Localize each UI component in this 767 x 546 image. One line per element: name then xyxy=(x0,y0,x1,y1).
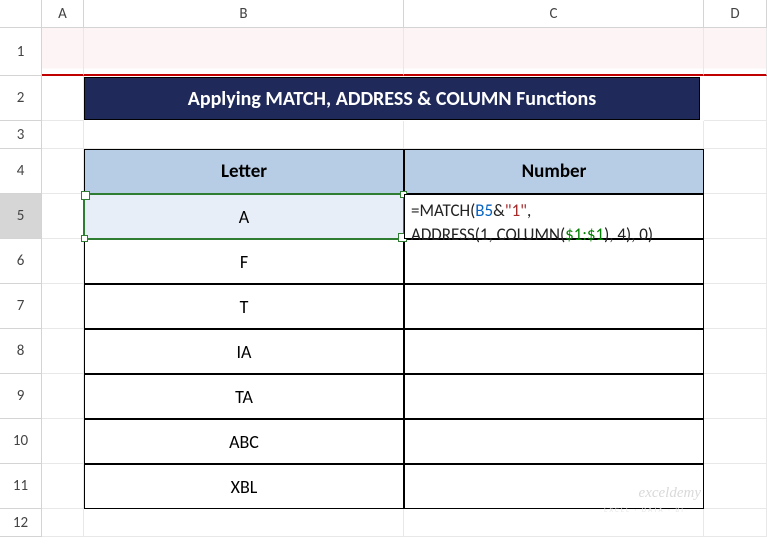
cell-A8[interactable] xyxy=(42,329,84,374)
cell-A10[interactable] xyxy=(42,419,84,464)
cell-B8[interactable]: IA xyxy=(84,329,404,374)
cell-A5[interactable] xyxy=(42,194,84,239)
row-header-6[interactable]: 6 xyxy=(0,239,42,284)
cell-D5[interactable] xyxy=(704,194,767,239)
cell-A7[interactable] xyxy=(42,284,84,329)
cell-C9[interactable] xyxy=(404,374,704,419)
row-header-9[interactable]: 9 xyxy=(0,374,42,419)
cell-D3[interactable] xyxy=(704,121,767,149)
row-header-5[interactable]: 5 xyxy=(0,194,42,239)
spreadsheet-grid: A B C D 1 2 Applying MATCH, ADDRESS & CO… xyxy=(0,0,767,537)
cell-B11[interactable]: XBL xyxy=(84,464,404,509)
cell-A6[interactable] xyxy=(42,239,84,284)
table-header-letter[interactable]: Letter xyxy=(84,149,404,194)
cell-B9[interactable]: TA xyxy=(84,374,404,419)
cell-D9[interactable] xyxy=(704,374,767,419)
cell-A11[interactable] xyxy=(42,464,84,509)
col-header-C[interactable]: C xyxy=(404,0,704,28)
cell-A12[interactable] xyxy=(42,509,84,537)
cell-D11[interactable] xyxy=(704,464,767,509)
cell-C8[interactable] xyxy=(404,329,704,374)
col-header-B[interactable]: B xyxy=(84,0,404,28)
cell-B5-value: A xyxy=(239,206,249,228)
cell-B6[interactable]: F xyxy=(84,239,404,284)
cell-C7[interactable] xyxy=(404,284,704,329)
row-header-4[interactable]: 4 xyxy=(0,149,42,194)
watermark: exceldemy xyxy=(639,485,701,502)
cell-C1[interactable] xyxy=(404,28,704,76)
cell-A2[interactable] xyxy=(42,76,84,121)
formula-display: =MATCH(B5&"1", ADDRESS(1, COLUMN($1:$1),… xyxy=(411,199,653,247)
table-header-number[interactable]: Number xyxy=(404,149,704,194)
row-header-12[interactable]: 12 xyxy=(0,509,42,537)
row-header-10[interactable]: 10 xyxy=(0,419,42,464)
cell-D6[interactable] xyxy=(704,239,767,284)
cell-D12[interactable] xyxy=(704,509,767,537)
cell-C10[interactable] xyxy=(404,419,704,464)
cell-D1[interactable] xyxy=(704,28,767,76)
cell-D7[interactable] xyxy=(704,284,767,329)
cell-A9[interactable] xyxy=(42,374,84,419)
row-header-3[interactable]: 3 xyxy=(0,121,42,149)
row-header-7[interactable]: 7 xyxy=(0,284,42,329)
cell-B5[interactable]: A xyxy=(84,194,404,239)
cell-D8[interactable] xyxy=(704,329,767,374)
cell-A4[interactable] xyxy=(42,149,84,194)
row-header-2[interactable]: 2 xyxy=(0,76,42,121)
cell-A1[interactable] xyxy=(42,28,84,76)
col-header-D[interactable]: D xyxy=(704,0,767,28)
col-header-A[interactable]: A xyxy=(42,0,84,28)
cell-D10[interactable] xyxy=(704,419,767,464)
row-header-8[interactable]: 8 xyxy=(0,329,42,374)
cell-B7[interactable]: T xyxy=(84,284,404,329)
title-banner: Applying MATCH, ADDRESS & COLUMN Functio… xyxy=(84,77,700,120)
cell-C3[interactable] xyxy=(404,121,704,149)
cell-C5[interactable]: =MATCH(B5&"1", ADDRESS(1, COLUMN($1:$1),… xyxy=(404,194,704,239)
row-header-11[interactable]: 11 xyxy=(0,464,42,509)
select-all-corner[interactable] xyxy=(0,0,42,28)
cell-B1[interactable] xyxy=(84,28,404,76)
cell-B12[interactable] xyxy=(84,509,404,537)
cell-A3[interactable] xyxy=(42,121,84,149)
watermark-sub: EXCEL · DATA · BI xyxy=(604,505,685,514)
row-header-1[interactable]: 1 xyxy=(0,28,42,76)
cell-D2[interactable] xyxy=(704,76,767,121)
cell-B10[interactable]: ABC xyxy=(84,419,404,464)
cell-B3[interactable] xyxy=(84,121,404,149)
cell-D4[interactable] xyxy=(704,149,767,194)
